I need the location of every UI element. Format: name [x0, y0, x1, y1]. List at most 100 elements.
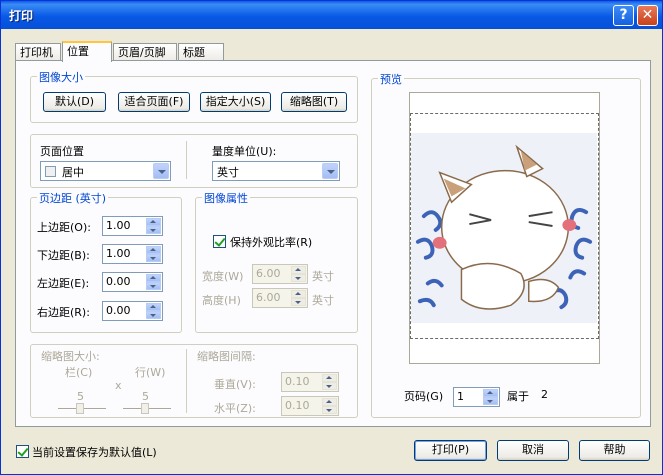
spin-up-icon[interactable] — [483, 389, 498, 397]
spin-down-icon — [322, 382, 337, 390]
spin-down-icon — [322, 406, 337, 414]
spin-up-icon[interactable] — [146, 246, 161, 254]
spin-up-icon — [322, 398, 337, 406]
thumbnail-button[interactable]: 缩略图(T) — [281, 92, 347, 112]
unit-combo[interactable]: 英寸 — [212, 161, 340, 181]
margins-group: 页边距 (英寸) 上边距(O): 1.00 下边距(B): 1.00 左边距(E… — [30, 190, 182, 333]
page-number-value: 1 — [457, 390, 464, 403]
unit-label: 量度单位(U): — [212, 145, 277, 158]
right-margin-label: 右边距(R): — [37, 306, 90, 319]
page-number-label: 页码(G) — [404, 390, 444, 403]
spin-down-icon[interactable] — [483, 397, 498, 405]
window-title: 打印 — [9, 9, 34, 23]
close-icon[interactable]: ✕ — [637, 5, 658, 26]
divider — [186, 349, 187, 413]
divider — [186, 141, 187, 179]
fit-page-button[interactable]: 适合页面(F) — [118, 92, 190, 112]
spin-up-icon[interactable] — [146, 303, 161, 311]
page-position-label: 页面位置 — [40, 145, 84, 158]
horizontal-label: 水平(Z): — [214, 402, 256, 415]
thumb-spacing-title: 缩略图间隔: — [197, 350, 256, 363]
help-icon[interactable]: ? — [613, 5, 634, 26]
cancel-button[interactable]: 取消 — [497, 440, 569, 461]
vertical-value: 0.10 — [285, 375, 310, 388]
title-bar[interactable]: 打印 ? ✕ — [1, 1, 662, 29]
thumb-row-label: 行(W) — [135, 366, 166, 379]
chevron-down-icon[interactable] — [322, 163, 338, 179]
thumb-col-label: 栏(C) — [65, 366, 93, 379]
thumbnail-group: 缩略图大小: 栏(C) 行(W) x 5 5 缩略图间隔: 垂直(V): 0.1… — [30, 344, 358, 418]
spin-down-icon — [291, 298, 306, 306]
thumb-size-title: 缩略图大小: — [41, 350, 100, 363]
unit-value: 英寸 — [217, 166, 239, 179]
preview-title: 预览 — [378, 71, 404, 87]
bottom-margin-spinner[interactable]: 1.00 — [102, 244, 163, 264]
spin-down-icon[interactable] — [146, 282, 161, 290]
height-spinner[interactable]: 6.00 — [252, 288, 308, 308]
spin-down-icon[interactable] — [146, 226, 161, 234]
height-unit: 英寸 — [312, 294, 334, 307]
width-label: 宽度(W) — [202, 270, 244, 283]
page-number-spinner[interactable]: 1 — [453, 387, 500, 407]
image-props-title: 图像属性 — [202, 190, 250, 206]
horizontal-spinner[interactable]: 0.10 — [281, 396, 339, 416]
width-value: 6.00 — [256, 267, 281, 280]
page-position-group: 页面位置 居中 量度单位(U): 英寸 — [30, 134, 358, 188]
margins-title: 页边距 (英寸) — [37, 190, 109, 206]
width-unit: 英寸 — [312, 270, 334, 283]
page-total: 2 — [541, 388, 548, 401]
image-props-group: 图像属性 保持外观比率(R) 宽度(W) 6.00 英寸 高度(H) 6.00 … — [195, 190, 358, 333]
spin-up-icon[interactable] — [146, 274, 161, 282]
right-margin-spinner[interactable]: 0.00 — [102, 301, 163, 321]
top-margin-value: 1.00 — [106, 219, 131, 232]
top-margin-label: 上边距(O): — [37, 221, 91, 234]
position-swatch — [45, 166, 56, 177]
spin-down-icon — [291, 274, 306, 282]
default-size-button[interactable]: 默认(D) — [43, 92, 106, 112]
image-size-title: 图像大小 — [37, 69, 85, 85]
custom-size-button[interactable]: 指定大小(S) — [200, 92, 271, 112]
right-margin-value: 0.00 — [106, 304, 131, 317]
height-label: 高度(H) — [202, 294, 241, 307]
tab-printer[interactable]: 打印机 — [15, 43, 61, 61]
print-dialog: 打印 ? ✕ 打印机 位置 页眉/页脚 标题 图像大小 默认(D) 适合页面(F… — [0, 0, 663, 475]
vertical-spinner[interactable]: 0.10 — [281, 372, 339, 392]
tab-header-footer[interactable]: 页眉/页脚 — [113, 43, 177, 61]
bottom-margin-label: 下边距(B): — [37, 249, 90, 262]
tab-title[interactable]: 标题 — [178, 43, 224, 61]
thumb-col-slider[interactable] — [58, 402, 106, 416]
save-default-label[interactable]: 当前设置保存为默认值(L) — [32, 444, 157, 460]
keep-ratio-label[interactable]: 保持外观比率(R) — [230, 234, 312, 250]
thumb-row-slider[interactable] — [123, 402, 171, 416]
spin-up-icon — [322, 374, 337, 382]
slider-thumb[interactable] — [141, 403, 149, 414]
preview-image — [410, 133, 598, 323]
spin-up-icon — [291, 266, 306, 274]
spin-up-icon — [291, 290, 306, 298]
left-margin-value: 0.00 — [106, 275, 131, 288]
top-margin-spinner[interactable]: 1.00 — [102, 216, 163, 236]
page-position-value: 居中 — [62, 166, 84, 179]
height-value: 6.00 — [256, 291, 281, 304]
of-label: 属于 — [507, 390, 529, 403]
tab-position[interactable]: 位置 — [62, 41, 112, 62]
page-position-combo[interactable]: 居中 — [40, 161, 171, 181]
help-button[interactable]: 帮助 — [579, 440, 650, 461]
left-margin-label: 左边距(E): — [37, 277, 90, 290]
keep-ratio-checkbox[interactable] — [213, 235, 226, 248]
preview-page — [409, 92, 600, 364]
vertical-label: 垂直(V): — [214, 378, 256, 391]
width-spinner[interactable]: 6.00 — [252, 264, 308, 284]
horizontal-value: 0.10 — [285, 399, 310, 412]
spin-down-icon[interactable] — [146, 311, 161, 319]
left-margin-spinner[interactable]: 0.00 — [102, 272, 163, 292]
spin-down-icon[interactable] — [146, 254, 161, 262]
print-button[interactable]: 打印(P) — [414, 440, 487, 461]
chevron-down-icon[interactable] — [153, 163, 169, 179]
slider-thumb[interactable] — [76, 403, 84, 414]
image-size-group: 图像大小 默认(D) 适合页面(F) 指定大小(S) 缩略图(T) — [30, 69, 358, 123]
save-default-checkbox[interactable] — [16, 445, 29, 458]
thumb-times: x — [115, 379, 122, 392]
bottom-margin-value: 1.00 — [106, 247, 131, 260]
spin-up-icon[interactable] — [146, 218, 161, 226]
